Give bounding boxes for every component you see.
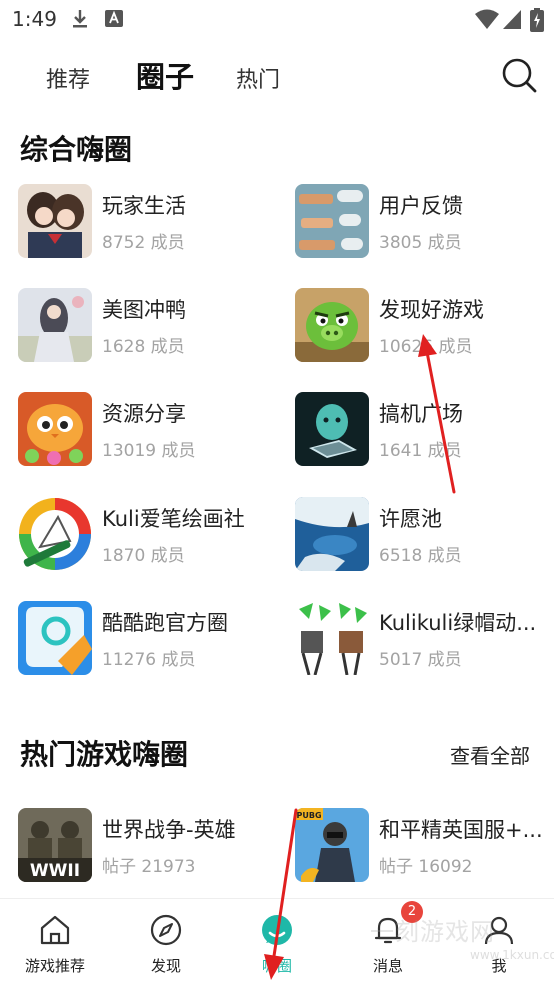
circle-item-player-life[interactable]: 玩家生活 8752 成员 bbox=[18, 184, 278, 260]
tab-recommend[interactable]: 推荐 bbox=[46, 62, 90, 94]
circle-member-count: 1628 成员 bbox=[102, 337, 185, 357]
battery-charging-icon bbox=[530, 8, 544, 32]
wifi-icon bbox=[475, 9, 499, 29]
game-thumbnail: PUBG bbox=[295, 808, 369, 882]
circle-name: 许愿池 bbox=[379, 507, 442, 531]
circle-item-user-feedback[interactable]: 用户反馈 3805 成员 bbox=[295, 184, 554, 260]
circle-member-count: 1870 成员 bbox=[102, 546, 185, 566]
circle-item-resource-share[interactable]: 资源分享 13019 成员 bbox=[18, 392, 278, 468]
tab-hot[interactable]: 热门 bbox=[236, 62, 280, 94]
circle-item-drawing-club[interactable]: Kuli爱笔绘画社 1870 成员 bbox=[18, 497, 278, 573]
download-icon bbox=[73, 10, 87, 28]
app-notification-icon bbox=[105, 10, 123, 27]
home-icon bbox=[40, 915, 70, 945]
circle-item-kukupao-official[interactable]: 酷酷跑官方圈 11276 成员 bbox=[18, 601, 278, 677]
circle-name: 搞机广场 bbox=[379, 402, 463, 426]
top-tab-bar: 推荐 圈子 热门 bbox=[0, 50, 554, 100]
game-circle-world-war-heroes[interactable]: WWII 世界战争-英雄 帖子 21973 bbox=[18, 808, 278, 884]
circle-thumbnail bbox=[18, 497, 92, 571]
game-circle-post-count: 帖子 21973 bbox=[102, 857, 196, 877]
circle-item-kulikuli-green-hat[interactable]: Kulikuli绿帽动... 5017 成员 bbox=[295, 601, 554, 677]
circle-name: 美图冲鸭 bbox=[102, 298, 186, 322]
circle-thumbnail bbox=[295, 184, 369, 258]
circle-name: Kuli爱笔绘画社 bbox=[102, 507, 245, 531]
nav-messages[interactable]: 2 消息 bbox=[333, 899, 443, 984]
circle-thumbnail bbox=[18, 601, 92, 675]
search-icon[interactable] bbox=[500, 56, 538, 94]
nav-discover[interactable]: 发现 bbox=[111, 899, 221, 984]
section-title-hot-games: 热门游戏嗨圈 bbox=[20, 738, 189, 771]
tab-circles[interactable]: 圈子 bbox=[136, 54, 194, 96]
circle-name: 发现好游戏 bbox=[379, 298, 484, 322]
game-circle-name: 世界战争-英雄 bbox=[102, 818, 236, 842]
circle-thumbnail bbox=[295, 497, 369, 571]
game-circle-post-count: 帖子 16092 bbox=[379, 857, 473, 877]
nav-label: 发现 bbox=[150, 957, 181, 975]
view-all-link[interactable]: 查看全部 bbox=[450, 740, 530, 769]
circle-member-count: 11276 成员 bbox=[102, 650, 196, 670]
circle-thumbnail bbox=[295, 601, 369, 675]
circle-thumbnail bbox=[295, 392, 369, 466]
nav-me[interactable]: 我 bbox=[444, 899, 554, 984]
game-thumbnail: WWII bbox=[18, 808, 92, 882]
game-thumbnail-label: WWII bbox=[30, 861, 80, 881]
game-thumbnail-label: PUBG bbox=[296, 811, 321, 820]
circle-name: Kulikuli绿帽动... bbox=[379, 611, 537, 635]
circle-name: 用户反馈 bbox=[379, 194, 463, 218]
circle-thumbnail bbox=[295, 288, 369, 362]
circle-member-count: 1641 成员 bbox=[379, 441, 462, 461]
nav-label: 嗨圈 bbox=[261, 957, 292, 975]
message-badge: 2 bbox=[401, 901, 423, 923]
nav-game-recommend[interactable]: 游戏推荐 bbox=[0, 899, 110, 984]
circle-chat-icon bbox=[262, 915, 292, 945]
circle-member-count: 13019 成员 bbox=[102, 441, 196, 461]
status-time: 1:49 bbox=[12, 7, 57, 31]
circle-member-count: 8752 成员 bbox=[102, 233, 185, 253]
circle-item-phone-plaza[interactable]: 搞机广场 1641 成员 bbox=[295, 392, 554, 468]
nav-label: 我 bbox=[491, 957, 507, 975]
circle-member-count: 5017 成员 bbox=[379, 650, 462, 670]
circle-member-count: 10626 成员 bbox=[379, 337, 473, 357]
circle-item-pretty-pics[interactable]: 美图冲鸭 1628 成员 bbox=[18, 288, 278, 364]
game-circle-name: 和平精英国服+... bbox=[379, 818, 543, 842]
circle-member-count: 3805 成员 bbox=[379, 233, 462, 253]
circle-name: 酷酷跑官方圈 bbox=[102, 611, 228, 635]
circle-name: 玩家生活 bbox=[102, 194, 186, 218]
cellular-signal-icon bbox=[503, 10, 521, 29]
nav-label: 游戏推荐 bbox=[24, 957, 85, 975]
nav-label: 消息 bbox=[372, 957, 403, 975]
circle-item-discover-games[interactable]: 发现好游戏 10626 成员 bbox=[295, 288, 554, 364]
game-circle-peace-elite[interactable]: PUBG 和平精英国服+... 帖子 16092 bbox=[295, 808, 554, 884]
circle-name: 资源分享 bbox=[102, 402, 186, 426]
circle-member-count: 6518 成员 bbox=[379, 546, 462, 566]
circle-item-wishing-pool[interactable]: 许愿池 6518 成员 bbox=[295, 497, 554, 573]
section-title-general: 综合嗨圈 bbox=[20, 133, 133, 166]
circle-thumbnail bbox=[18, 392, 92, 466]
circle-thumbnail bbox=[18, 288, 92, 362]
status-bar: 1:49 bbox=[0, 0, 554, 38]
bottom-nav: 游戏推荐 发现 嗨圈 2 消息 我 bbox=[0, 898, 554, 984]
circle-thumbnail bbox=[18, 184, 92, 258]
compass-icon bbox=[150, 914, 182, 946]
bell-icon bbox=[374, 917, 402, 944]
nav-circles[interactable]: 嗨圈 bbox=[222, 899, 332, 984]
user-icon bbox=[484, 916, 514, 945]
